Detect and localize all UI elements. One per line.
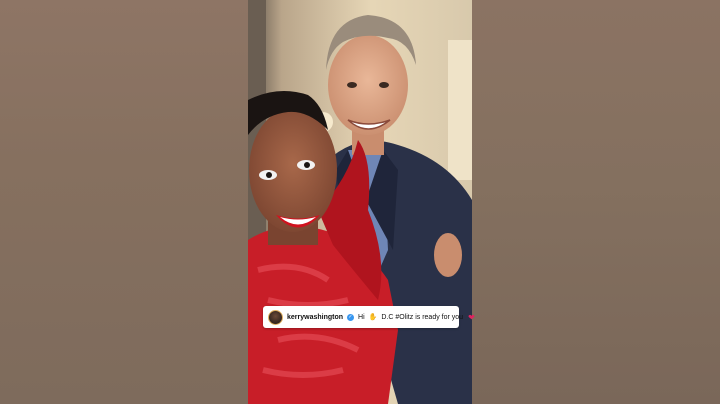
- woman-face: [249, 108, 337, 232]
- caption-text-message: D.C #Olitz is ready for you: [381, 313, 464, 321]
- instagram-caption-bar: kerrywashington ✓ Hi ✋ D.C #Olitz is rea…: [263, 306, 475, 328]
- video-content: [248, 0, 472, 404]
- caption-username: kerrywashington: [287, 313, 344, 321]
- blurred-background-right: [472, 0, 720, 404]
- man-hand: [434, 233, 462, 277]
- avatar: [268, 309, 283, 325]
- verified-badge-icon: ✓: [347, 313, 355, 321]
- man-eye-left: [347, 82, 357, 88]
- video-frame: kerrywashington ✓ Hi ✋ D.C #Olitz is rea…: [0, 0, 720, 404]
- blurred-background-left: [0, 0, 248, 404]
- caption-text-hi: Hi: [358, 313, 365, 321]
- red-heart-icon: ❤: [468, 312, 475, 322]
- woman-pupil-right: [304, 162, 310, 168]
- man-face: [328, 35, 408, 135]
- photo-scene: [248, 0, 472, 404]
- waving-hand-icon: ✋: [368, 314, 378, 321]
- woman-pupil-left: [266, 172, 272, 178]
- man-eye-right: [379, 82, 389, 88]
- doorway-light: [448, 40, 472, 180]
